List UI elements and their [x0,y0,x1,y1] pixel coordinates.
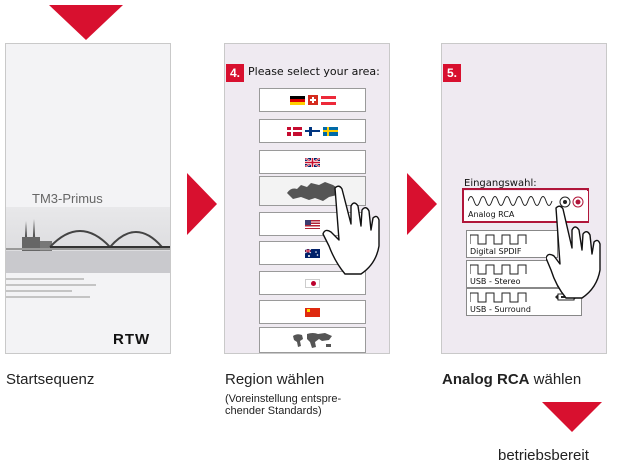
source-label: Digital SPDIF [470,247,522,256]
caption-analog-bold: Analog RCA [442,371,530,388]
digital-wave-icon [470,292,527,303]
caption-region-sub-line1: (Voreinstellung entspre- [225,393,342,405]
arrow-right-icon [187,173,217,235]
source-usb-stereo[interactable]: USB - Stereo [466,260,558,288]
area-prompt: Please select your area: [248,65,380,78]
area-button-de-ch-at[interactable] [259,88,366,112]
caption-analog: Analog RCA wählen [442,371,581,388]
caption-startsequenz: Startsequenz [6,371,95,388]
device-title: TM3-Primus [32,191,103,206]
digital-wave-icon [470,264,527,275]
au-flag-icon [305,248,320,258]
digital-wave-icon [470,234,527,245]
area-button-china[interactable] [259,300,366,324]
area-button-uk[interactable] [259,150,366,174]
caption-region: Region wählen [225,371,325,388]
final-status-label: betriebsbereit [498,447,589,464]
caption-analog-rest: wählen [529,371,582,388]
area-button-world[interactable] [259,327,366,353]
source-label: USB - Stereo [470,277,521,286]
at-flag-icon [320,95,336,105]
text-lines-decoration [6,278,106,298]
ch-flag-icon [307,95,318,105]
source-label: Analog RCA [468,210,515,219]
fi-flag-icon [305,126,320,136]
de-flag-icon [289,95,305,105]
start-screen-panel: TM3-Primus RTW [5,43,171,354]
dk-flag-icon [287,126,302,136]
area-button-dk-fi-se[interactable] [259,119,366,143]
uk-flag-icon [305,157,320,167]
hand-pointer-icon [546,205,601,299]
arrow-right-icon [407,173,437,235]
step-badge: 5. [443,64,461,82]
cologne-skyline-image [6,207,170,273]
source-digital-spdif[interactable]: Digital SPDIF [466,230,558,258]
step-badge: 4. [226,64,244,82]
region-select-panel: 4. Please select your area: [224,43,390,354]
world-map-icon [292,333,332,348]
hand-pointer-icon [322,185,380,275]
source-label: USB - Surround [470,305,531,314]
jp-flag-icon [305,278,320,288]
analog-wave-icon [468,196,553,206]
us-flag-icon [305,219,320,229]
input-select-panel: 5. Eingangswahl: Analog RCA Digital SPDI… [441,43,607,354]
arrow-down-icon [542,402,602,432]
arrow-down-icon [49,5,123,40]
caption-region-sub-line2: chender Standards) [225,405,322,417]
caption-region-sub: (Voreinstellung entspre- chender Standar… [225,393,341,417]
se-flag-icon [323,126,338,136]
cn-flag-icon [305,307,320,317]
rtw-logo: RTW [113,331,151,348]
